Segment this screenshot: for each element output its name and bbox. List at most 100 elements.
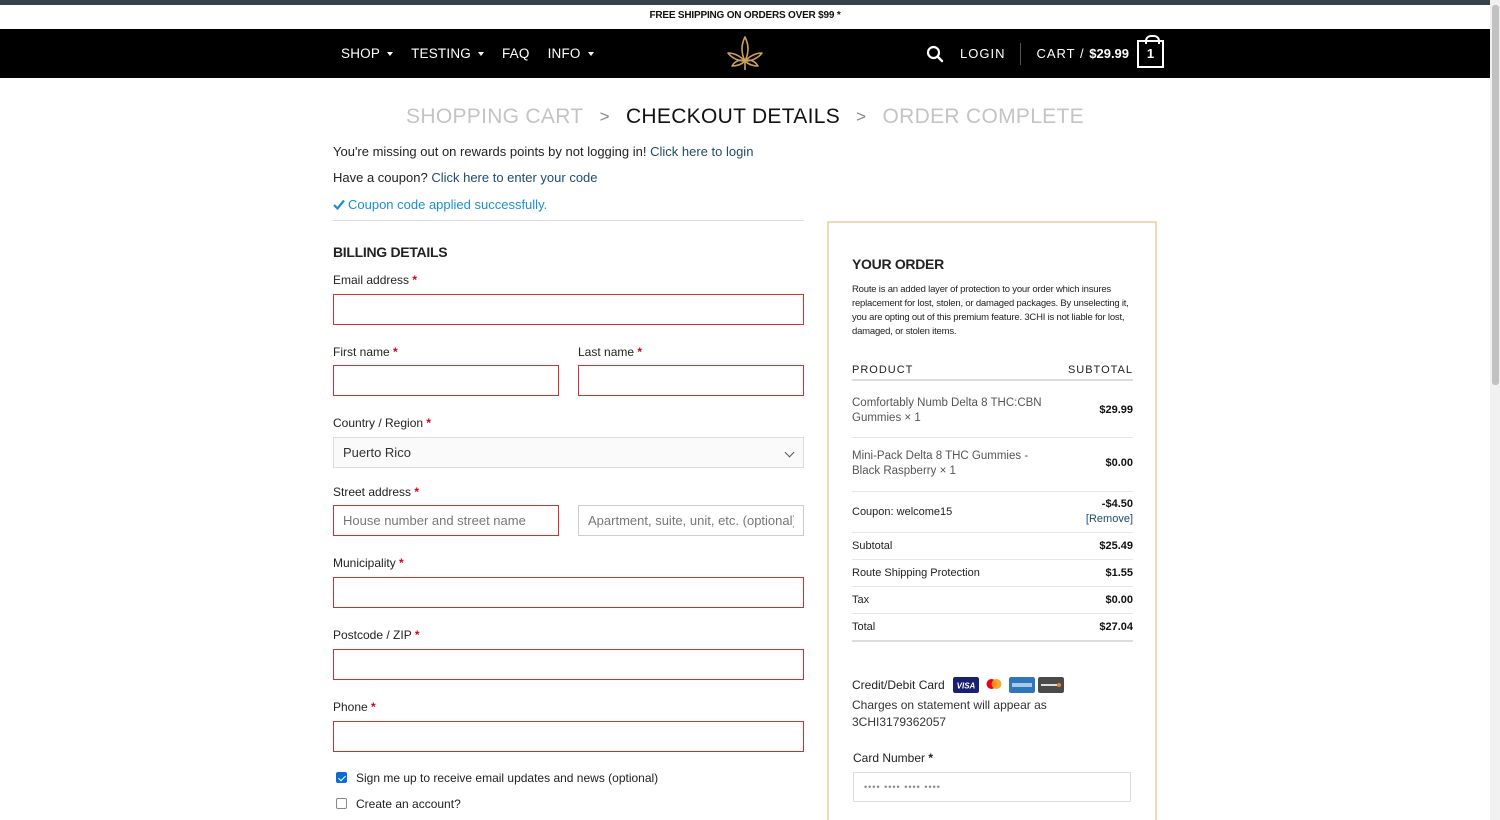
product-name: Mini-Pack Delta 8 THC Gummies - Black Ra…	[852, 450, 1029, 477]
order-item-row: Comfortably Numb Delta 8 THC:CBN Gummies…	[852, 383, 1133, 438]
last-name-label: Last name *	[578, 345, 643, 359]
tax-amount: $0.00	[1105, 594, 1133, 606]
product-amount: $0.00	[1105, 457, 1133, 469]
postcode-label: Postcode / ZIP *	[333, 628, 420, 642]
route-protection-note: Route is an added layer of protection to…	[852, 284, 1129, 337]
enter-coupon-link[interactable]: Click here to enter your code	[431, 170, 597, 185]
first-name-field[interactable]	[333, 365, 559, 396]
checkout-steps: SHOPPING CART > CHECKOUT DETAILS > ORDER…	[0, 105, 1490, 129]
required-mark: *	[412, 273, 418, 287]
subtotal-amount: $25.49	[1099, 540, 1133, 552]
search-icon[interactable]	[926, 45, 944, 63]
step-separator-icon: >	[599, 107, 610, 127]
discover-icon	[1038, 677, 1064, 693]
coupon-row: Coupon: welcome15 -$4.50 [Remove]	[852, 492, 1133, 533]
required-mark: *	[399, 556, 404, 570]
mastercard-icon	[982, 677, 1006, 693]
payment-method-title[interactable]: Credit/Debit Card	[852, 678, 945, 692]
nav-info[interactable]: INFO	[548, 46, 594, 61]
svg-text:VISA: VISA	[957, 682, 976, 691]
municipality-label: Municipality *	[333, 556, 404, 570]
promo-text: FREE SHIPPING ON ORDERS OVER $99 *	[649, 10, 841, 21]
phone-label: Phone *	[333, 700, 376, 714]
scrollbar-thumb[interactable]	[1492, 5, 1499, 385]
required-mark: *	[928, 751, 934, 765]
email-field[interactable]	[333, 294, 804, 325]
tax-row: Tax $0.00	[852, 587, 1133, 614]
product-amount: $29.99	[1099, 404, 1133, 416]
required-mark: *	[637, 345, 643, 359]
statement-descriptor-note: Charges on statement will appear as 3CHI…	[852, 698, 1047, 729]
cart-count-badge[interactable]: 1	[1137, 34, 1165, 68]
product-name: Comfortably Numb Delta 8 THC:CBN Gummies…	[852, 397, 1042, 424]
required-mark: *	[414, 485, 420, 499]
signup-label[interactable]: Sign me up to receive email updates and …	[356, 771, 658, 785]
country-label: Country / Region *	[333, 416, 432, 430]
chevron-down-icon	[477, 51, 484, 56]
street-address-label: Street address *	[333, 485, 420, 499]
step-order-complete: ORDER COMPLETE	[882, 105, 1084, 129]
required-mark: *	[393, 345, 398, 359]
email-label: Email address *	[333, 273, 418, 287]
street-address-field[interactable]: House number and street name	[333, 505, 559, 536]
step-shopping-cart[interactable]: SHOPPING CART	[406, 105, 583, 129]
chevron-down-icon	[387, 51, 394, 56]
route-protection-row: Route Shipping Protection $1.55	[852, 560, 1133, 587]
amex-icon	[1009, 677, 1035, 693]
billing-details-title: BILLING DETAILS	[333, 244, 448, 260]
cannabis-leaf-icon[interactable]	[723, 33, 767, 73]
required-mark: *	[426, 416, 432, 430]
nav-testing[interactable]: TESTING	[411, 46, 484, 61]
subtotal-row: Subtotal $25.49	[852, 533, 1133, 560]
route-protection-amount: $1.55	[1105, 567, 1133, 579]
last-name-field[interactable]	[578, 365, 804, 396]
country-select[interactable]: Puerto Rico	[333, 437, 804, 468]
first-name-label: First name *	[333, 345, 398, 359]
coupon-notice: Have a coupon? Click here to enter your …	[333, 170, 598, 185]
step-separator-icon: >	[856, 107, 867, 127]
coupon-success-message: Coupon code applied successfully.	[333, 197, 547, 212]
municipality-field[interactable]	[333, 577, 804, 608]
login-rewards-link[interactable]: Click here to login	[650, 144, 753, 159]
signup-checkbox[interactable]	[336, 772, 347, 783]
cart-link[interactable]: CART / $29.99	[1036, 46, 1129, 61]
rewards-notice: You're missing out on rewards points by …	[333, 144, 754, 159]
total-label: Total	[852, 621, 876, 633]
divider	[333, 220, 804, 221]
required-mark: *	[371, 700, 376, 714]
coupon-label: Coupon: welcome15	[852, 506, 953, 518]
coupon-amount: -$4.50	[1101, 498, 1133, 510]
login-link[interactable]: LOGIN	[960, 46, 1005, 61]
tax-label: Tax	[852, 594, 870, 606]
apartment-field[interactable]: Apartment, suite, unit, etc. (optional)	[578, 505, 804, 536]
product-column-header: PRODUCT	[852, 364, 914, 376]
card-number-input[interactable]: •••• •••• •••• ••••	[853, 772, 1131, 802]
visa-icon: VISA	[953, 677, 979, 693]
postcode-field[interactable]	[333, 649, 804, 680]
total-amount: $27.04	[1099, 621, 1133, 633]
step-checkout-details[interactable]: CHECKOUT DETAILS	[626, 105, 840, 129]
create-account-label[interactable]: Create an account?	[356, 797, 461, 811]
cart-total: $29.99	[1089, 46, 1130, 61]
product-qty: × 1	[904, 412, 921, 424]
nav-shop[interactable]: SHOP	[341, 46, 394, 61]
promo-banner: FREE SHIPPING ON ORDERS OVER $99 *	[0, 5, 1490, 29]
subtotal-column-header: SUBTOTAL	[1067, 364, 1133, 376]
chevron-down-icon	[784, 447, 795, 458]
your-order-title: YOUR ORDER	[852, 256, 944, 272]
main-menu: SHOP TESTING FAQ INFO	[341, 29, 594, 78]
order-item-row: Mini-Pack Delta 8 THC Gummies - Black Ra…	[852, 438, 1133, 492]
chevron-down-icon	[587, 51, 594, 56]
nav-right-group: LOGIN CART / $29.99 1	[926, 29, 1165, 78]
phone-field[interactable]	[333, 721, 804, 752]
nav-divider	[1020, 42, 1022, 65]
required-mark: *	[414, 628, 420, 642]
card-number-label: Card Number *	[853, 751, 934, 765]
remove-coupon-link[interactable]: [Remove]	[1086, 513, 1133, 525]
main-navbar: SHOP TESTING FAQ INFO LOGIN CART / $29.9…	[0, 29, 1490, 78]
nav-faq[interactable]: FAQ	[502, 46, 530, 61]
total-row: Total $27.04	[852, 614, 1133, 642]
product-qty: × 1	[939, 465, 956, 477]
subtotal-label: Subtotal	[852, 540, 893, 552]
create-account-checkbox[interactable]	[336, 798, 347, 809]
